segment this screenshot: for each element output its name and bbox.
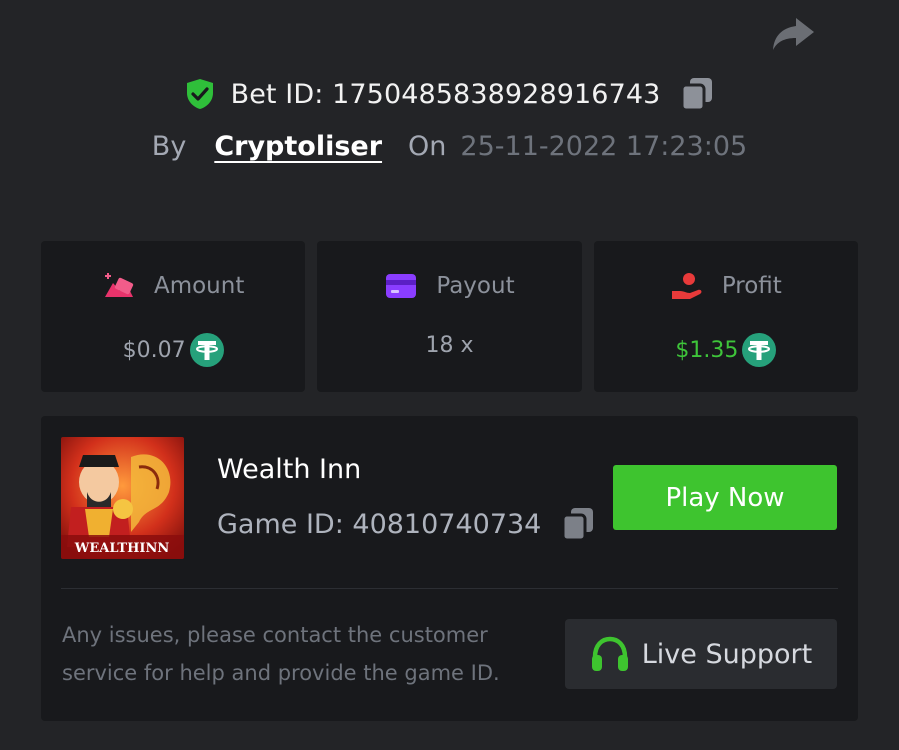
amount-icon bbox=[104, 273, 134, 297]
game-id-row: Game ID: 40810740734 bbox=[217, 506, 595, 542]
copy-bet-id-icon[interactable] bbox=[680, 76, 714, 112]
copy-game-id-icon[interactable] bbox=[561, 506, 595, 542]
payout-card: Payout 18 x bbox=[317, 241, 582, 392]
payout-value: 18 x bbox=[425, 333, 474, 358]
live-support-button[interactable]: Live Support bbox=[565, 619, 837, 689]
amount-value: $0.07 bbox=[122, 337, 186, 363]
author-link[interactable]: Cryptoliser bbox=[214, 131, 382, 162]
game-thumbnail[interactable]: WEALTHINN bbox=[61, 437, 184, 559]
payout-card-icon bbox=[386, 274, 417, 298]
profit-hand-icon bbox=[671, 273, 702, 299]
game-id: Game ID: 40810740734 bbox=[217, 508, 542, 540]
profit-label: Profit bbox=[721, 273, 782, 299]
usdt-tether-icon bbox=[742, 333, 777, 367]
divider bbox=[61, 588, 838, 589]
bet-date: 25-11-2022 17:23:05 bbox=[460, 130, 748, 162]
share-button[interactable] bbox=[770, 14, 816, 52]
support-help-text: Any issues, please contact the customer … bbox=[62, 623, 500, 685]
payout-label: Payout bbox=[436, 273, 515, 299]
bet-stats: Amount $0.07 Payout 18 x Profit $1.35 bbox=[41, 241, 858, 392]
live-support-label: Live Support bbox=[641, 638, 813, 670]
wealth-inn-artwork: WEALTHINN bbox=[61, 437, 184, 559]
on-label: On bbox=[408, 130, 447, 162]
usdt-tether-icon bbox=[189, 333, 224, 367]
game-title: Wealth Inn bbox=[217, 454, 362, 485]
bet-id: Bet ID: 1750485838928916743 bbox=[230, 78, 661, 110]
bet-author-row: By Cryptoliser On 25-11-2022 17:23:05 bbox=[0, 126, 899, 166]
wealth-inn-logo-text: WEALTHINN bbox=[74, 541, 170, 556]
share-arrow-icon bbox=[773, 18, 814, 50]
game-panel: WEALTHINN Wealth Inn Game ID: 4081074073… bbox=[41, 416, 858, 721]
headset-icon bbox=[591, 636, 628, 671]
profit-card: Profit $1.35 bbox=[593, 241, 858, 392]
by-label: By bbox=[151, 130, 187, 162]
amount-card: Amount $0.07 bbox=[41, 241, 306, 392]
bet-id-row: Bet ID: 1750485838928916743 bbox=[0, 74, 899, 114]
amount-label: Amount bbox=[153, 273, 245, 299]
verified-shield-icon bbox=[186, 79, 213, 109]
profit-value: $1.35 bbox=[675, 337, 739, 363]
play-now-button[interactable]: Play Now bbox=[613, 465, 837, 530]
